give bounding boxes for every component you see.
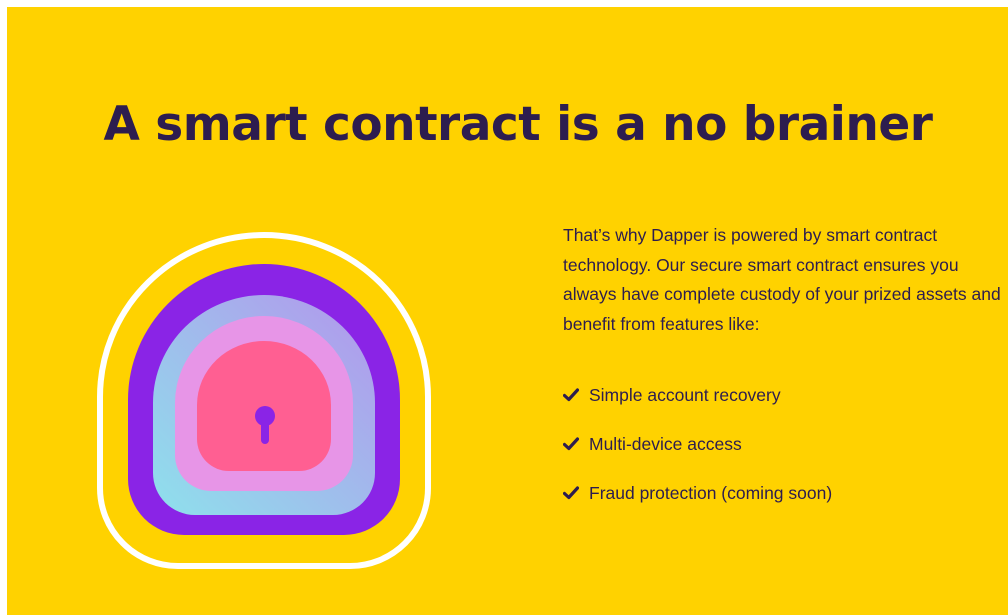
feature-label: Fraud protection (coming soon) [589,483,833,503]
padlock-keyhole-icon [87,227,447,577]
checkmark-icon [563,481,583,505]
lock-body [197,341,331,471]
checkmark-icon [563,383,583,407]
hero-section: A smart contract is a no brainer That’s … [7,7,1008,615]
page-title: A smart contract is a no brainer [103,97,933,152]
checkmark-icon [563,432,583,456]
intro-paragraph: That’s why Dapper is powered by smart co… [563,225,1001,334]
feature-label: Simple account recovery [589,385,781,405]
feature-label: Multi-device access [589,434,742,454]
